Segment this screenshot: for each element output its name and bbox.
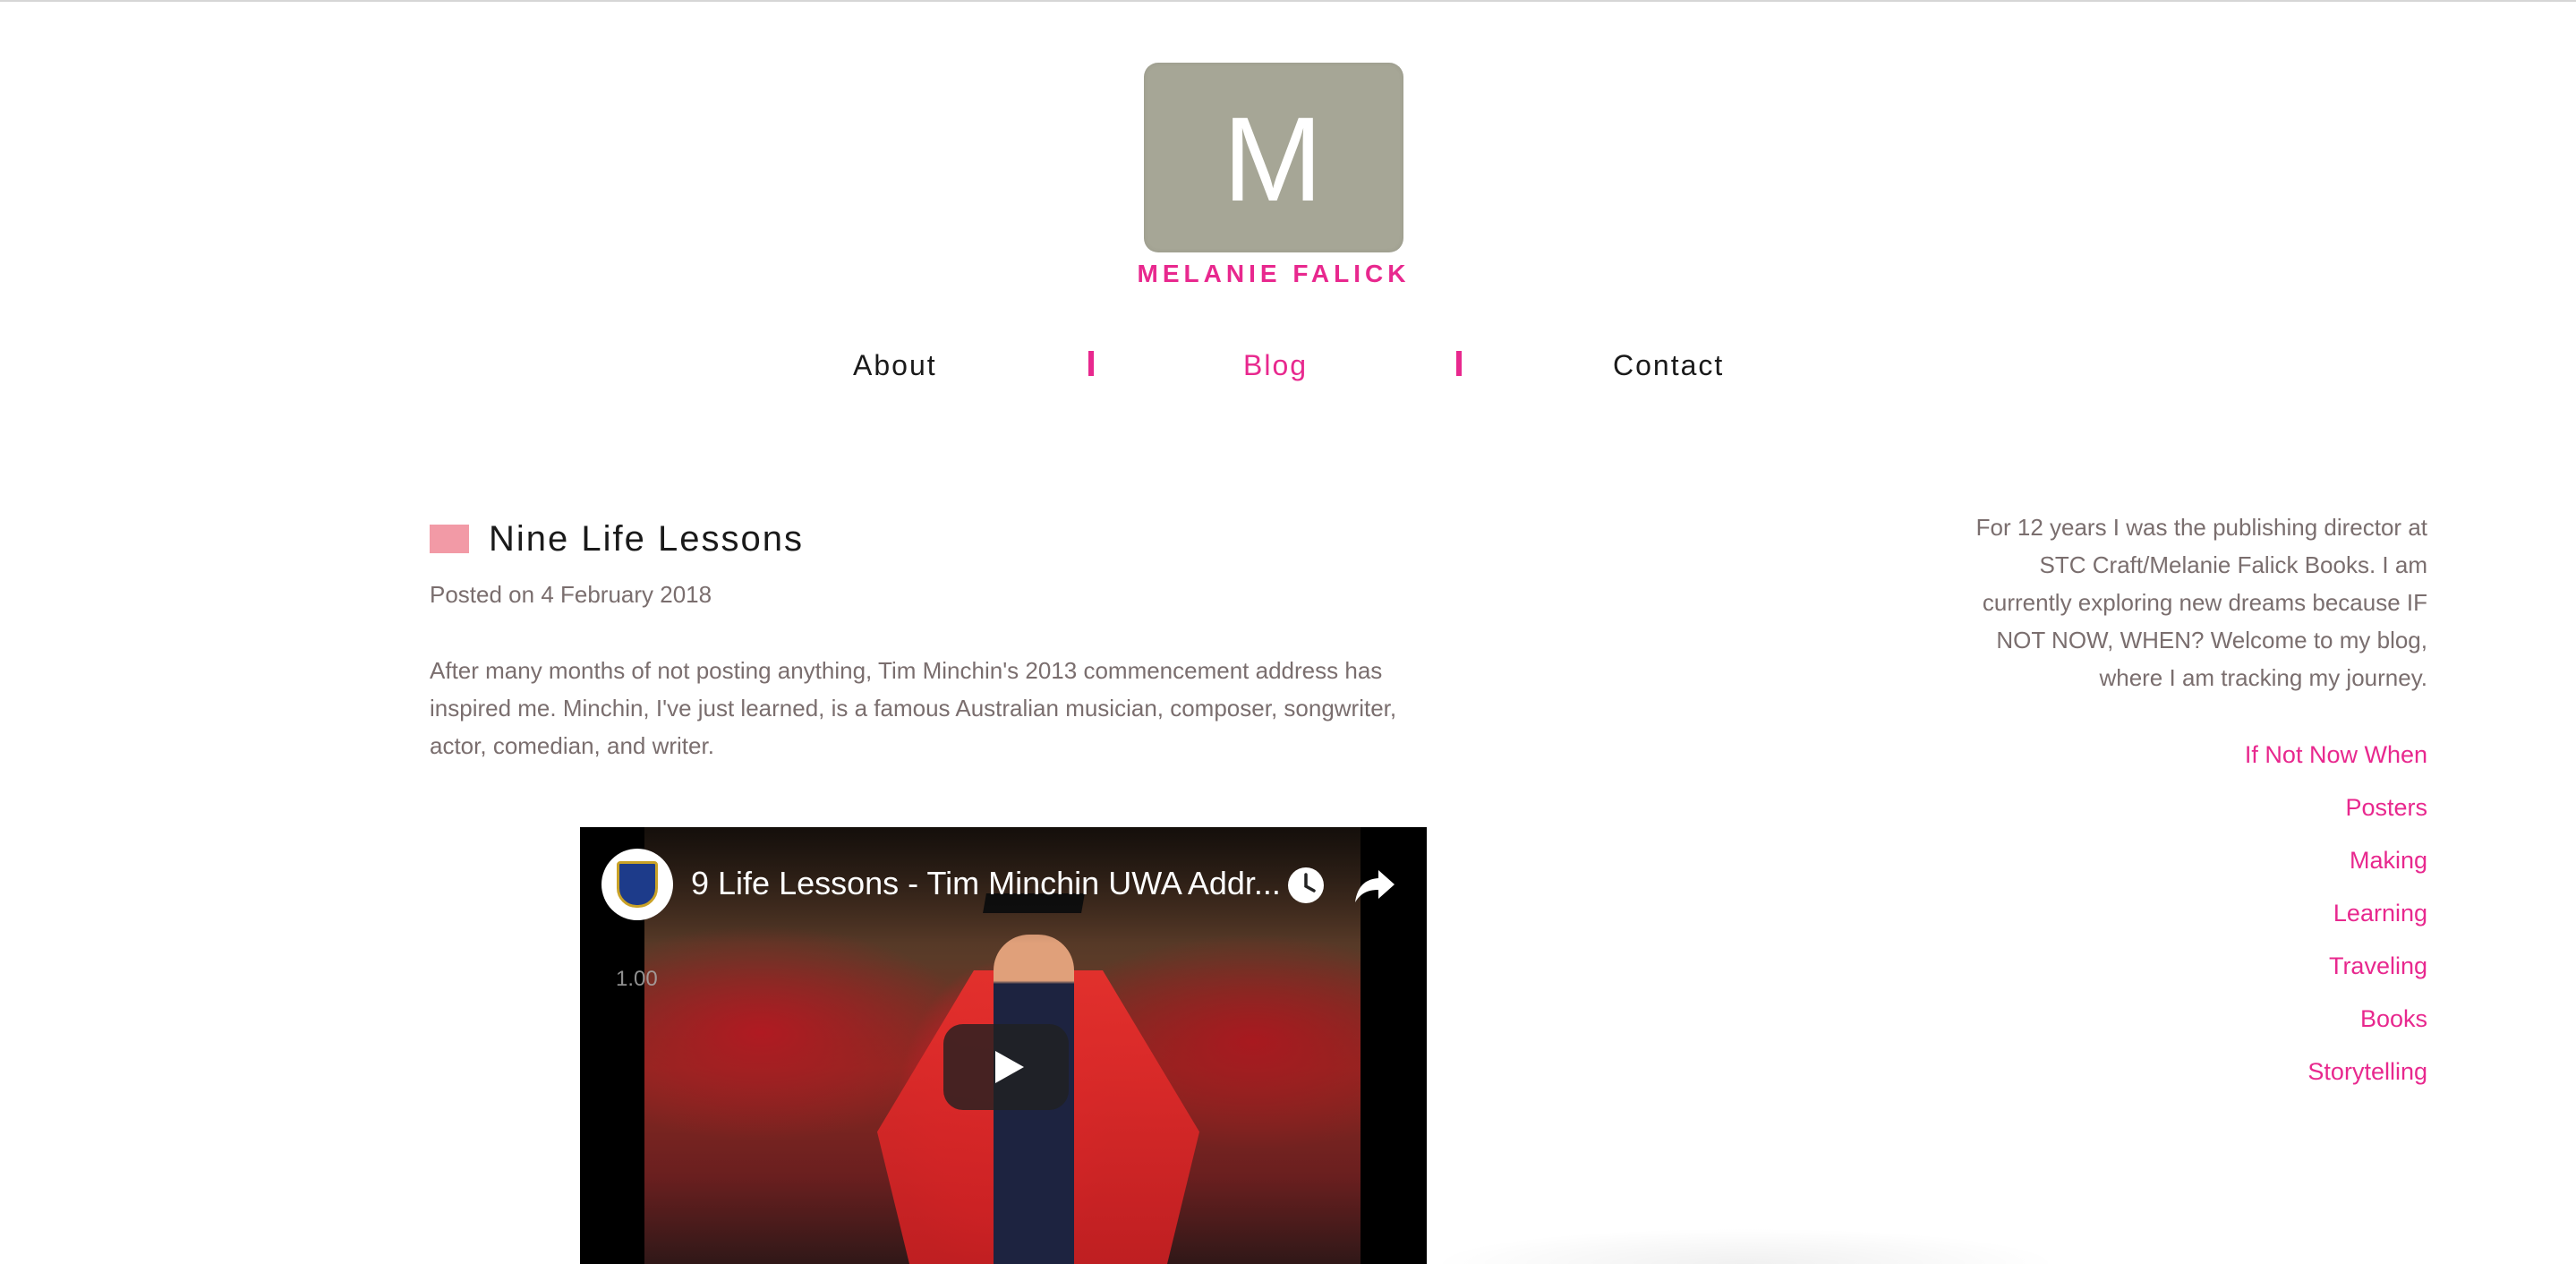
category-list: If Not Now When Posters Making Learning … (1969, 729, 2427, 1098)
play-button[interactable] (943, 1024, 1069, 1110)
top-border (0, 0, 2576, 2)
nav-separator (1456, 351, 1462, 376)
video-embed[interactable]: 9 Life Lessons - Tim Minchin UWA Addr...… (580, 827, 1427, 1264)
nav-contact[interactable]: Contact (1613, 349, 1724, 382)
nav-about[interactable]: About (853, 349, 937, 382)
category-learning[interactable]: Learning (1969, 887, 2427, 940)
page-shadow (1432, 1208, 2059, 1264)
site-name[interactable]: MELANIE FALICK (1056, 260, 1491, 288)
crest-icon (617, 861, 658, 908)
channel-avatar[interactable] (601, 849, 673, 920)
nav-separator (1088, 351, 1094, 376)
share-icon[interactable] (1353, 867, 1396, 904)
category-traveling[interactable]: Traveling (1969, 940, 2427, 993)
category-storytelling[interactable]: Storytelling (1969, 1046, 2427, 1098)
video-title[interactable]: 9 Life Lessons - Tim Minchin UWA Addr... (691, 865, 1300, 902)
post-title-row: Nine Life Lessons (430, 515, 1432, 563)
nav-blog[interactable]: Blog (1243, 349, 1308, 382)
category-making[interactable]: Making (1969, 834, 2427, 887)
play-icon (995, 1051, 1024, 1083)
sidebar-intro: For 12 years I was the publishing direct… (1975, 514, 2427, 691)
post-date: Posted on 4 February 2018 (430, 581, 712, 608)
sidebar: For 12 years I was the publishing direct… (1969, 508, 2427, 1098)
post-title[interactable]: Nine Life Lessons (489, 519, 804, 559)
logo-letter: M (1223, 93, 1325, 226)
blog-post: Nine Life Lessons Posted on 4 February 2… (430, 515, 1432, 788)
post-body: After many months of not posting anythin… (430, 657, 1397, 759)
category-posters[interactable]: Posters (1969, 781, 2427, 834)
category-if-not-now-when[interactable]: If Not Now When (1969, 729, 2427, 781)
post-marker (430, 525, 469, 553)
playback-speed: 1.00 (616, 967, 658, 991)
main-nav: About Blog Contact (0, 349, 2576, 392)
category-books[interactable]: Books (1969, 993, 2427, 1046)
site-logo[interactable]: M (1144, 63, 1403, 252)
watch-later-icon[interactable] (1287, 867, 1325, 904)
